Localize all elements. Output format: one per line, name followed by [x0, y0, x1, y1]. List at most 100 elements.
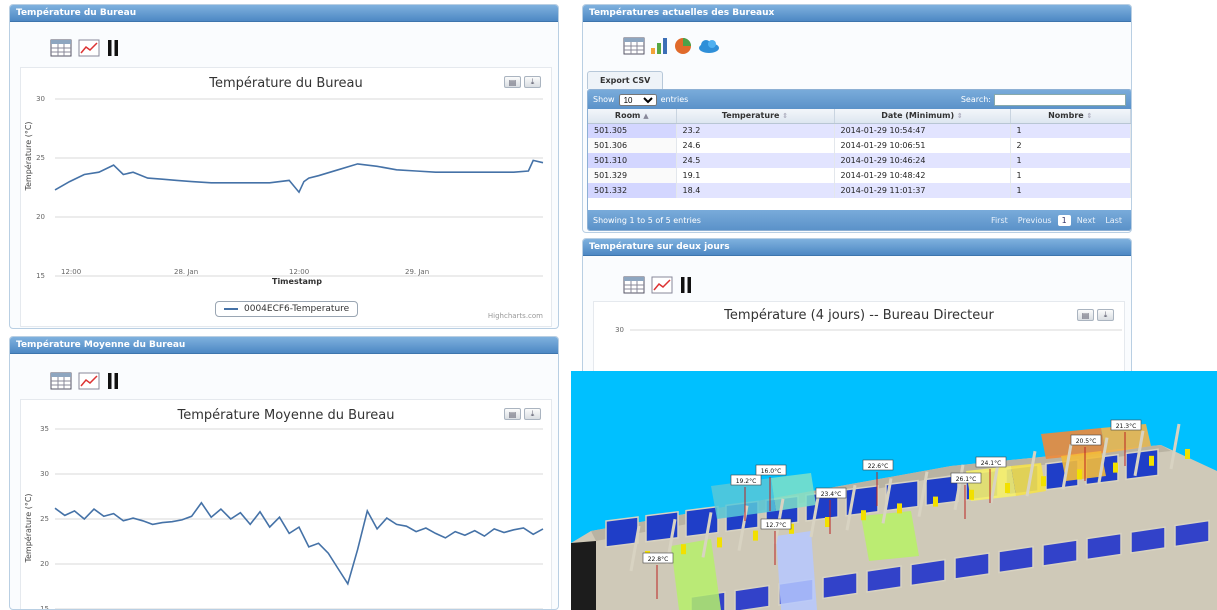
temp-label: 20.5°C [1076, 438, 1097, 445]
cell-temperature: 24.6 [676, 138, 835, 153]
radiator [717, 537, 722, 548]
line-chart-icon[interactable] [651, 276, 673, 298]
cell-nombre: 1 [1010, 153, 1131, 168]
pie-chart-icon[interactable] [673, 37, 693, 59]
line-chart-icon[interactable] [78, 39, 100, 61]
window [998, 545, 1034, 574]
y-tick-label: 20 [40, 560, 49, 568]
panel-temperatures-actuelles: Températures actuelles des Bureaux Expor… [582, 4, 1132, 233]
radiator [825, 517, 830, 527]
chart-area: Température du Bureau ▤ ⤓ Température (°… [20, 67, 552, 327]
pager-last[interactable]: Last [1101, 215, 1126, 226]
room-cyan[interactable] [771, 473, 816, 511]
table-toolbar: Show 10 entries Search: [588, 90, 1131, 109]
line-chart-icon[interactable] [78, 372, 100, 394]
radiator [861, 510, 866, 521]
pager-page[interactable]: 1 [1057, 214, 1071, 226]
cloud-icon[interactable] [697, 37, 721, 59]
x-tick-label: 28. Jan [174, 268, 198, 276]
room-green-2[interactable] [861, 511, 919, 561]
table-row[interactable]: 501.306 24.6 2014-01-29 10:06:51 2 [588, 138, 1131, 153]
show-label: Show [593, 95, 615, 104]
cell-nombre: 1 [1010, 123, 1131, 138]
table-view-icon[interactable] [50, 39, 72, 61]
x-tick-label: 12:00 [289, 268, 309, 276]
y-axis-label: Température (°C) [23, 493, 33, 563]
temp-label: 16.0°C [761, 468, 782, 475]
chart-grid: 30 [615, 326, 1122, 334]
window [734, 584, 770, 610]
building-edge [571, 541, 596, 610]
panel-temperature-moyenne: Température Moyenne du Bureau Températur… [9, 336, 559, 610]
radiator [1005, 483, 1010, 493]
y-tick-label: 20 [36, 213, 45, 221]
pager-previous[interactable]: Previous [1014, 215, 1056, 226]
table-view-icon[interactable] [50, 372, 72, 394]
legend-swatch [224, 308, 238, 310]
window [866, 565, 902, 593]
cell-date: 2014-01-29 10:06:51 [834, 138, 1011, 153]
tab-export-csv[interactable]: Export CSV [587, 71, 664, 89]
radiator [1077, 469, 1082, 480]
data-table: Show 10 entries Search: Room ▲ Temperatu… [587, 89, 1131, 231]
view-toolbar [623, 37, 721, 59]
window [605, 516, 639, 548]
window [1086, 532, 1122, 561]
chart-toolbar [623, 276, 693, 298]
table-row[interactable]: 501.305 23.2 2014-01-29 10:54:47 1 [588, 123, 1131, 138]
pause-icon[interactable] [679, 276, 693, 298]
chart-area: Température (4 jours) -- Bureau Directeu… [593, 301, 1125, 377]
search-input[interactable] [994, 93, 1126, 106]
table-info: Showing 1 to 5 of 5 entries [593, 215, 701, 225]
radiator [969, 489, 974, 500]
window [685, 505, 719, 538]
cell-temperature: 19.1 [676, 168, 835, 183]
table-row[interactable]: 501.332 18.4 2014-01-29 11:01:37 1 [588, 183, 1131, 198]
radiator [1149, 455, 1154, 466]
panel-title: Température sur deux jours [583, 239, 1131, 256]
pager-first[interactable]: First [987, 215, 1012, 226]
panel-temperature-deux-jours: Température sur deux jours Température (… [582, 238, 1132, 378]
page-size-select[interactable]: 10 [618, 93, 657, 106]
legend-item[interactable]: 0004ECF6-Temperature [215, 301, 359, 317]
cell-nombre: 2 [1010, 138, 1131, 153]
window [1174, 519, 1210, 548]
temp-label: 24.1°C [981, 460, 1002, 467]
radiator [753, 530, 758, 541]
pause-icon[interactable] [106, 372, 120, 394]
column-header-room[interactable]: Room ▲ [588, 109, 677, 124]
panel-title: Températures actuelles des Bureaux [583, 5, 1131, 22]
x-axis-label: Timestamp [272, 277, 322, 286]
search-label: Search: [960, 95, 991, 104]
line-chart-svg: Température (°C) 12:00 28. Jan 12:00 29.… [23, 95, 544, 286]
y-tick-label: 25 [40, 515, 49, 523]
column-header-nombre[interactable]: Nombre ⇕ [1010, 109, 1131, 124]
table-view-icon[interactable] [623, 37, 645, 59]
radiator [1041, 476, 1046, 487]
table-view-icon[interactable] [623, 276, 645, 298]
cell-temperature: 18.4 [676, 183, 835, 198]
credits-link[interactable]: Highcharts.com [488, 312, 543, 320]
pager-next[interactable]: Next [1073, 215, 1100, 226]
cell-room: 501.310 [588, 153, 677, 168]
y-axis-label: Température (°C) [23, 121, 33, 191]
series-line [54, 501, 544, 586]
table-row[interactable]: 501.310 24.5 2014-01-29 10:46:24 1 [588, 153, 1131, 168]
column-header-date[interactable]: Date (Minimum) ⇕ [834, 109, 1011, 124]
building-3d-view[interactable]: 22.8°C 12.7°C 23.4°C 19.2°C 16.0°C 26.1°C 22.6… [571, 371, 1217, 610]
window [954, 552, 990, 580]
bar-chart-icon[interactable] [649, 37, 669, 59]
y-tick-label: 30 [615, 326, 624, 334]
temp-label: 22.6°C [868, 463, 889, 470]
panel-temperature-bureau: Température du Bureau Température du Bur… [9, 4, 559, 329]
legend-label: 0004ECF6-Temperature [244, 304, 350, 314]
room-lightblue[interactable] [776, 531, 817, 610]
pause-icon[interactable] [106, 39, 120, 61]
column-header-temperature[interactable]: Temperature ⇕ [676, 109, 835, 124]
entries-label: entries [660, 95, 689, 104]
cell-room: 501.329 [588, 168, 677, 183]
table-row[interactable]: 501.329 19.1 2014-01-29 10:48:42 1 [588, 168, 1131, 183]
x-tick-label: 12:00 [61, 268, 81, 276]
line-chart-svg: Température (°C) 35 30 25 20 15 [23, 425, 544, 609]
panel-title: Température du Bureau [10, 5, 558, 22]
